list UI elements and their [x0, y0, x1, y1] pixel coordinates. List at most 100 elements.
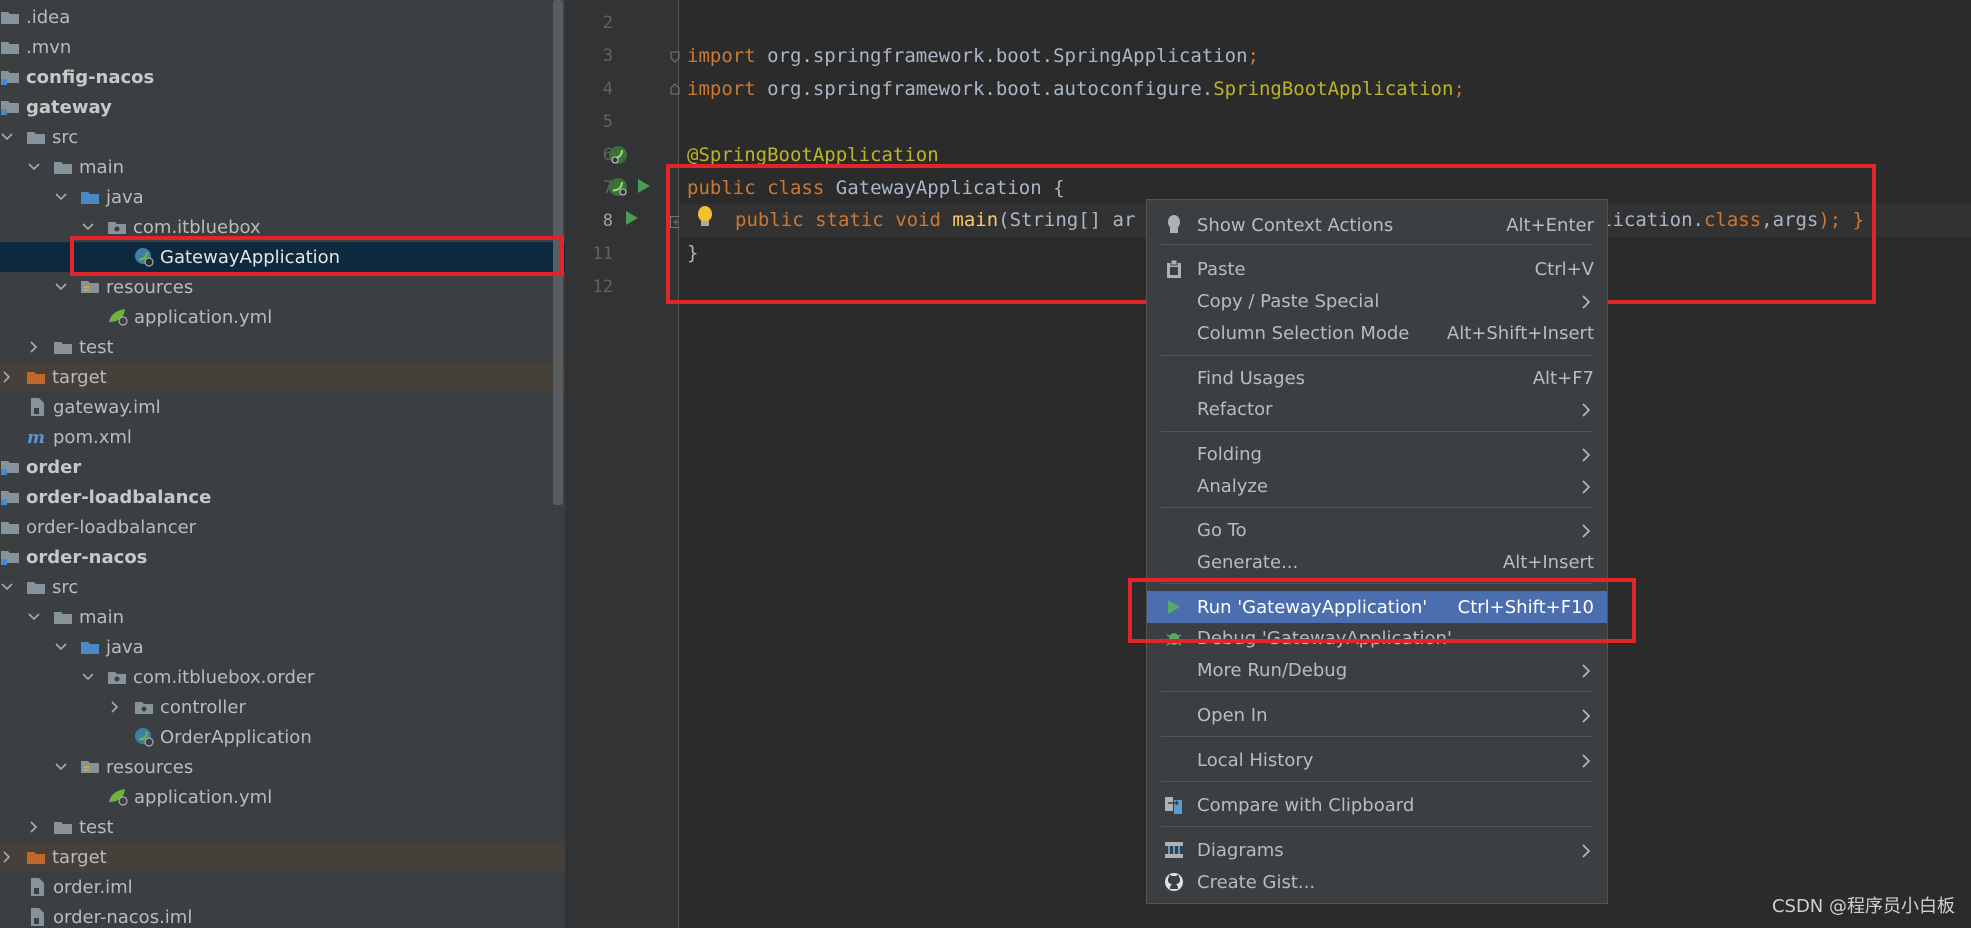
tree-item-order[interactable]: order	[0, 452, 565, 482]
chevron-right-icon[interactable]	[0, 849, 14, 865]
tree-item-label: application.yml	[134, 306, 273, 328]
tree-item-idea[interactable]: .idea	[0, 2, 565, 32]
tree-item-label: target	[52, 846, 107, 868]
spring-bean-gutter-icon[interactable]	[607, 176, 629, 202]
chevron-right-icon[interactable]	[0, 369, 14, 385]
menu-item-paste[interactable]: Paste Ctrl+V	[1147, 253, 1607, 285]
tree-item-mvn[interactable]: .mvn	[0, 32, 565, 62]
tree-item-gateway-iml[interactable]: gateway.iml	[0, 392, 565, 422]
tree-item-gateway-application[interactable]: GatewayApplication	[0, 242, 565, 272]
menu-item-local-history[interactable]: Local History	[1147, 744, 1607, 776]
menu-item-run-gateway-application[interactable]: Run 'GatewayApplication' Ctrl+Shift+F10	[1147, 591, 1607, 623]
tree-item-com-itbluebox[interactable]: com.itbluebox	[0, 212, 565, 242]
menu-item-diagrams[interactable]: Diagrams	[1147, 834, 1607, 866]
tree-item-main[interactable]: main	[0, 602, 565, 632]
bulb-icon	[1163, 214, 1185, 236]
excluded-folder-icon	[26, 848, 46, 866]
code-fragment: ); }	[1818, 209, 1865, 231]
run-gutter-icon[interactable]	[637, 178, 651, 198]
menu-item-refactor[interactable]: Refactor	[1147, 393, 1607, 425]
tree-item-resources[interactable]: resources	[0, 272, 565, 302]
spring-bean-gutter-icon[interactable]	[607, 144, 629, 170]
menu-item-column-selection-mode[interactable]: Column Selection Mode Alt+Shift+Insert	[1147, 317, 1607, 349]
menu-item-go-to[interactable]: Go To	[1147, 514, 1607, 546]
code-line-7[interactable]: public class GatewayApplication {	[687, 172, 1065, 205]
chevron-right-icon[interactable]	[27, 339, 41, 355]
code-line-6[interactable]: @SpringBootApplication	[687, 139, 939, 172]
tree-item-java[interactable]: java	[0, 182, 565, 212]
package-icon	[134, 698, 154, 716]
tree-item-order-loadbalancer[interactable]: order-loadbalancer	[0, 512, 565, 542]
menu-item-find-usages[interactable]: Find Usages Alt+F7	[1147, 362, 1607, 394]
fold-icon[interactable]	[670, 80, 680, 99]
tree-item-controller[interactable]: controller	[0, 692, 565, 722]
tree-item-label: controller	[160, 696, 246, 718]
menu-item-copy-paste-special[interactable]: Copy / Paste Special	[1147, 285, 1607, 317]
tree-item-test[interactable]: test	[0, 812, 565, 842]
tree-item-order-iml[interactable]: order.iml	[0, 872, 565, 902]
tree-item-order-application[interactable]: OrderApplication	[0, 722, 565, 752]
run-gutter-icon[interactable]	[625, 210, 639, 230]
fold-icon[interactable]	[670, 48, 680, 67]
menu-separator	[1161, 736, 1593, 737]
tree-item-application-yml[interactable]: application.yml	[0, 782, 565, 812]
chevron-down-icon[interactable]	[54, 189, 68, 205]
menu-separator	[1161, 507, 1593, 508]
tree-item-com-itbluebox-order[interactable]: com.itbluebox.order	[0, 662, 565, 692]
folder-icon	[0, 518, 20, 536]
menu-item-compare-with-clipboard[interactable]: Compare with Clipboard	[1147, 789, 1607, 821]
tree-item-label: order-nacos.iml	[53, 906, 193, 928]
chevron-right-icon[interactable]	[27, 819, 41, 835]
bulb-icon[interactable]	[697, 205, 713, 233]
tree-item-pom-xml[interactable]: m pom.xml	[0, 422, 565, 452]
tree-item-order-nacos-iml[interactable]: order-nacos.iml	[0, 902, 565, 928]
chevron-down-icon[interactable]	[27, 159, 41, 175]
chevron-down-icon[interactable]	[0, 129, 14, 145]
tree-item-label: test	[79, 816, 114, 838]
diagram-icon	[1163, 839, 1185, 861]
tree-scrollbar[interactable]	[553, 0, 563, 505]
menu-item-more-run-debug[interactable]: More Run/Debug	[1147, 654, 1607, 686]
tree-item-resources[interactable]: resources	[0, 752, 565, 782]
chevron-right-icon[interactable]	[108, 699, 122, 715]
tree-item-label: order-loadbalance	[26, 486, 212, 508]
code-fragment: ,args	[1761, 209, 1819, 231]
tree-item-src[interactable]: src	[0, 122, 565, 152]
chevron-down-icon[interactable]	[81, 669, 95, 685]
tree-item-label: GatewayApplication	[160, 246, 341, 268]
spring-yml-icon	[108, 308, 128, 326]
code-line-4[interactable]: import org.springframework.boot.autoconf…	[687, 73, 1465, 106]
code-line-3[interactable]: import org.springframework.boot.SpringAp…	[687, 40, 1259, 73]
chevron-down-icon[interactable]	[54, 279, 68, 295]
menu-item-debug-gateway-application[interactable]: Debug 'GatewayApplication'	[1147, 622, 1607, 654]
code-line-11[interactable]: }	[687, 237, 698, 270]
tree-item-src[interactable]: src	[0, 572, 565, 602]
menu-item-analyze[interactable]: Analyze	[1147, 470, 1607, 502]
menu-item-open-in[interactable]: Open In	[1147, 699, 1607, 731]
chevron-down-icon[interactable]	[0, 579, 14, 595]
menu-item-label: Generate...	[1197, 551, 1299, 573]
chevron-down-icon[interactable]	[27, 609, 41, 625]
menu-item-generate[interactable]: Generate... Alt+Insert	[1147, 546, 1607, 578]
menu-item-create-gist[interactable]: Create Gist...	[1147, 866, 1607, 898]
tree-item-gateway[interactable]: gateway	[0, 92, 565, 122]
tree-item-order-nacos[interactable]: order-nacos	[0, 542, 565, 572]
menu-item-show-context-actions[interactable]: Show Context Actions Alt+Enter	[1147, 209, 1607, 241]
chevron-down-icon[interactable]	[54, 639, 68, 655]
menu-item-label: Create Gist...	[1197, 871, 1316, 893]
chevron-down-icon[interactable]	[81, 219, 95, 235]
tree-item-target[interactable]: target	[0, 842, 565, 872]
code-line-8[interactable]: public static void main(String[] ar	[735, 204, 1135, 237]
chevron-down-icon[interactable]	[54, 759, 68, 775]
tree-item-application-yml[interactable]: application.yml	[0, 302, 565, 332]
code-line-8-tail[interactable]: lication.class,args); }	[1601, 204, 1864, 237]
menu-item-folding[interactable]: Folding	[1147, 438, 1607, 470]
tree-item-order-loadbalance[interactable]: order-loadbalance	[0, 482, 565, 512]
tree-item-config-nacos[interactable]: config-nacos	[0, 62, 565, 92]
tree-item-target[interactable]: target	[0, 362, 565, 392]
tree-item-main[interactable]: main	[0, 152, 565, 182]
tree-item-label: resources	[106, 276, 194, 298]
tree-item-label: .mvn	[26, 36, 72, 58]
tree-item-test[interactable]: test	[0, 332, 565, 362]
tree-item-java[interactable]: java	[0, 632, 565, 662]
